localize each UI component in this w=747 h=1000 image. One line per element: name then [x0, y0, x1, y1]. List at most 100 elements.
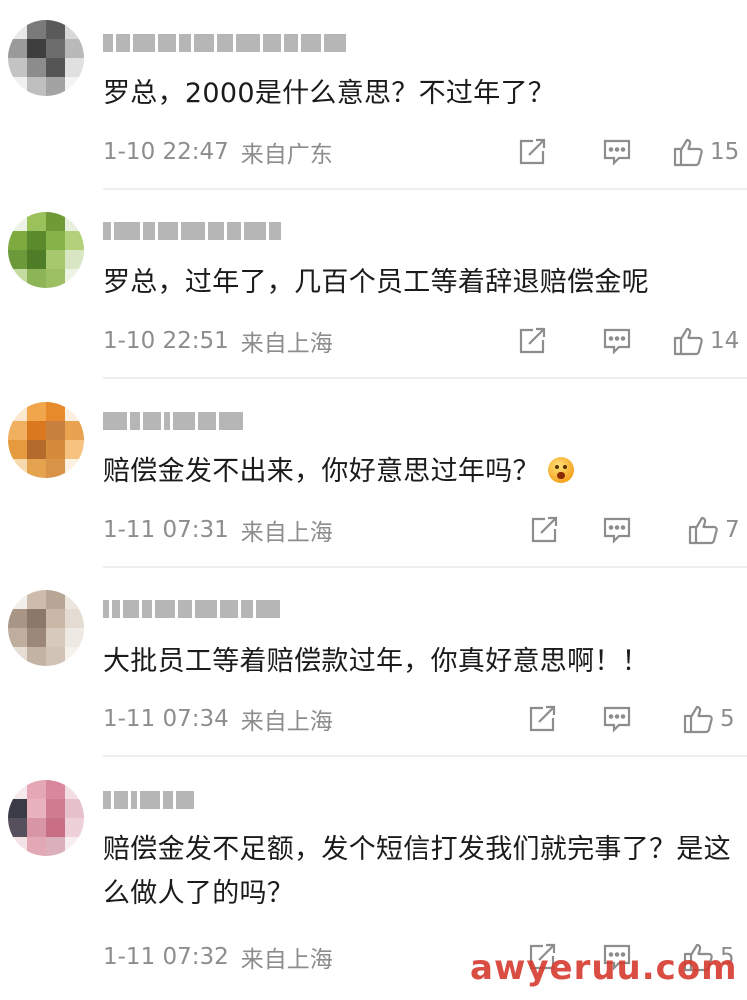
username-blurred[interactable]	[103, 408, 243, 434]
thumbs-up-icon	[687, 514, 719, 546]
username-blurred[interactable]	[103, 787, 194, 813]
avatar-pixel	[65, 20, 84, 39]
comment-text: 赔偿金发不足额，发个短信打发我们就完事了？是这么做人了的吗？	[103, 834, 731, 909]
share-button[interactable]	[517, 321, 547, 361]
comment-actions: 14	[507, 321, 747, 361]
avatar-pixel	[27, 799, 46, 818]
divider	[103, 377, 747, 379]
avatar-pixel	[46, 269, 65, 288]
share-button[interactable]	[527, 699, 557, 739]
divider	[103, 566, 747, 568]
avatar-pixel	[46, 58, 65, 77]
avatar-pixel	[8, 20, 27, 39]
comment-time: 1-10 22:47	[103, 139, 229, 165]
comment-location: 来自广东	[240, 142, 333, 168]
avatar-pixel	[8, 212, 27, 231]
like-button[interactable]: 14	[672, 321, 739, 361]
username-blurred[interactable]	[103, 30, 346, 56]
comment-actions: 15	[507, 132, 747, 172]
username-blurred[interactable]	[103, 596, 280, 622]
share-icon	[527, 704, 557, 734]
avatar-pixel	[27, 402, 46, 421]
comment-text: 赔偿金发不出来，你好意思过年吗？	[103, 450, 735, 494]
comment-text: 大批员工等着赔偿款过年，你真好意思啊！！	[103, 646, 649, 677]
share-button[interactable]	[529, 510, 559, 550]
comment-text: 罗总，2000是什么意思？不过年了？	[103, 78, 556, 109]
avatar-pixel	[65, 459, 84, 478]
avatar-pixel	[27, 421, 46, 440]
reply-button[interactable]	[602, 699, 632, 739]
avatar[interactable]	[8, 20, 84, 96]
avatar-pixel	[46, 590, 65, 609]
avatar-pixel	[65, 818, 84, 837]
avatar[interactable]	[8, 402, 84, 478]
reply-button[interactable]	[602, 510, 632, 550]
avatar-pixel	[8, 402, 27, 421]
like-count: 7	[725, 517, 740, 543]
comment-time: 1-11 07:32	[103, 944, 229, 970]
comment-location: 来自上海	[240, 331, 333, 357]
avatar-pixel	[46, 231, 65, 250]
share-icon	[517, 137, 547, 167]
like-button[interactable]: 7	[687, 510, 740, 550]
comment-actions: 7	[507, 510, 747, 550]
avatar-pixel	[27, 231, 46, 250]
comment-time: 1-11 07:34	[103, 706, 229, 732]
comment-time: 1-10 22:51	[103, 328, 229, 354]
avatar-pixel	[46, 421, 65, 440]
reply-button[interactable]	[602, 321, 632, 361]
comment-location: 来自上海	[240, 709, 333, 735]
avatar-pixel	[65, 212, 84, 231]
avatar-pixel	[27, 459, 46, 478]
avatar-pixel	[27, 212, 46, 231]
avatar-pixel	[27, 269, 46, 288]
comment-icon	[602, 515, 632, 545]
avatar-pixel	[27, 20, 46, 39]
comment-meta: 1-11 07:32 来自上海	[103, 940, 333, 974]
avatar-pixel	[65, 269, 84, 288]
comment-icon	[602, 326, 632, 356]
avatar-pixel	[46, 440, 65, 459]
like-count: 5	[720, 706, 735, 732]
reply-button[interactable]	[602, 132, 632, 172]
avatar-pixel	[8, 647, 27, 666]
avatar-pixel	[65, 837, 84, 856]
username-blurred[interactable]	[103, 218, 281, 244]
avatar-pixel	[8, 590, 27, 609]
avatar[interactable]	[8, 590, 84, 666]
comment-text-content: 赔偿金发不出来，你好意思过年吗？	[103, 456, 540, 487]
avatar-pixel	[46, 20, 65, 39]
comment-meta: 1-11 07:34 来自上海	[103, 702, 333, 736]
avatar-pixel	[27, 58, 46, 77]
comment-time: 1-11 07:31	[103, 517, 229, 543]
avatar-pixel	[8, 77, 27, 96]
avatar-pixel	[8, 58, 27, 77]
avatar[interactable]	[8, 212, 84, 288]
avatar-pixel	[27, 77, 46, 96]
comment-meta: 1-11 07:31 来自上海	[103, 513, 333, 547]
avatar-pixel	[8, 628, 27, 647]
avatar-pixel	[46, 212, 65, 231]
comment-meta: 1-10 22:51 来自上海	[103, 324, 333, 358]
avatar-pixel	[8, 799, 27, 818]
divider	[103, 755, 747, 757]
avatar-pixel	[46, 799, 65, 818]
avatar-pixel	[8, 231, 27, 250]
like-count: 14	[710, 328, 740, 354]
avatar-pixel	[46, 818, 65, 837]
avatar-pixel	[65, 231, 84, 250]
comment-meta: 1-10 22:47 来自广东	[103, 135, 333, 169]
share-button[interactable]	[517, 132, 547, 172]
avatar-pixel	[46, 609, 65, 628]
avatar-pixel	[65, 440, 84, 459]
avatar-pixel	[27, 250, 46, 269]
avatar-pixel	[8, 609, 27, 628]
avatar-pixel	[27, 609, 46, 628]
avatar[interactable]	[8, 780, 84, 856]
like-button[interactable]: 15	[672, 132, 739, 172]
like-button[interactable]: 5	[682, 699, 735, 739]
comment-location: 来自上海	[240, 520, 333, 546]
avatar-pixel	[8, 440, 27, 459]
avatar-pixel	[65, 799, 84, 818]
avatar-pixel	[8, 39, 27, 58]
